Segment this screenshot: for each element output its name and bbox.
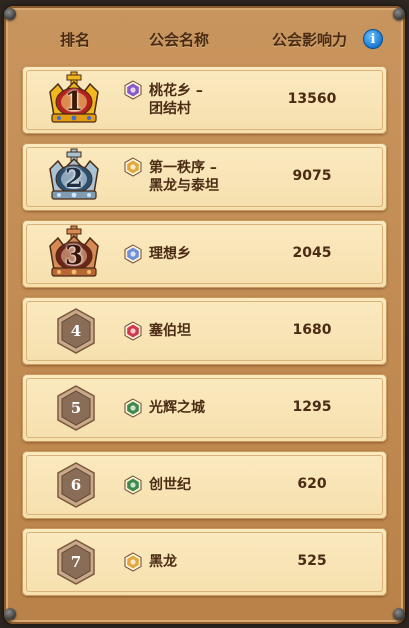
bronze-crown-icon: 3 <box>44 224 104 284</box>
guild-name: 塞伯坦 <box>149 322 191 340</box>
corner-screw-icon <box>393 608 405 620</box>
corner-screw-icon <box>4 608 16 620</box>
rank-hexagon-icon: 6 <box>48 457 104 513</box>
guild-emblem-icon <box>123 321 143 341</box>
silver-crown-icon: 2 <box>44 147 104 207</box>
guild-name-line1: 创世纪 <box>149 477 191 493</box>
header-influence: 公会影响力 <box>272 31 348 49</box>
guild-name-line2: 团结村 <box>149 101 191 117</box>
guild-name: 第一秩序 – 黑龙与泰坦 <box>149 159 219 195</box>
guild-name-line1: 光辉之城 <box>149 400 205 416</box>
guild-emblem-icon <box>123 80 143 100</box>
rank-hexagon-icon: 5 <box>48 380 104 436</box>
guild-name: 创世纪 <box>149 476 191 494</box>
ranking-row[interactable]: 7 黑龙 525 <box>22 528 387 596</box>
guild-name: 桃花乡 – 团结村 <box>149 82 203 118</box>
guild-emblem-icon <box>123 552 143 572</box>
influence-value: 1680 <box>292 322 332 338</box>
influence-value: 1295 <box>292 399 332 415</box>
header-guild-name: 公会名称 <box>149 31 210 49</box>
ranking-row[interactable]: 4 塞伯坦 1680 <box>22 297 387 365</box>
guild-emblem-icon <box>123 244 143 264</box>
guild-name-line1: 第一秩序 – <box>149 160 217 176</box>
info-icon[interactable]: i <box>363 29 383 49</box>
influence-value: 9075 <box>292 168 332 184</box>
rank-hexagon-icon: 4 <box>48 303 104 359</box>
influence-value: 620 <box>297 476 327 492</box>
guild-name-line1: 理想乡 <box>149 246 191 262</box>
ranking-row[interactable]: 2 第一秩序 – 黑龙与泰坦 9075 <box>22 143 387 211</box>
guild-emblem-icon <box>123 398 143 418</box>
ranking-row[interactable]: 1 桃花乡 – 团结村 13560 <box>22 66 387 134</box>
guild-name-line1: 桃花乡 – <box>149 83 203 99</box>
influence-value: 2045 <box>292 245 332 261</box>
header-rank: 排名 <box>60 31 91 49</box>
corner-screw-icon <box>4 8 16 20</box>
influence-value: 525 <box>297 553 327 569</box>
guild-name: 黑龙 <box>149 553 177 571</box>
guild-emblem-icon <box>123 157 143 177</box>
guild-emblem-icon <box>123 475 143 495</box>
guild-name-line2: 黑龙与泰坦 <box>149 178 219 194</box>
table-header: 排名 公会名称 公会影响力 <box>0 20 409 56</box>
guild-name-line1: 塞伯坦 <box>149 323 191 339</box>
ranking-row[interactable]: 3 理想乡 2045 <box>22 220 387 288</box>
corner-screw-icon <box>393 8 405 20</box>
guild-name: 光辉之城 <box>149 399 205 417</box>
rank-hexagon-icon: 7 <box>48 534 104 590</box>
ranking-row[interactable]: 5 光辉之城 1295 <box>22 374 387 442</box>
ranking-row[interactable]: 6 创世纪 620 <box>22 451 387 519</box>
guild-name-line1: 黑龙 <box>149 554 177 570</box>
gold-crown-icon: 1 <box>44 70 104 130</box>
guild-name: 理想乡 <box>149 245 191 263</box>
influence-value: 13560 <box>287 91 337 107</box>
